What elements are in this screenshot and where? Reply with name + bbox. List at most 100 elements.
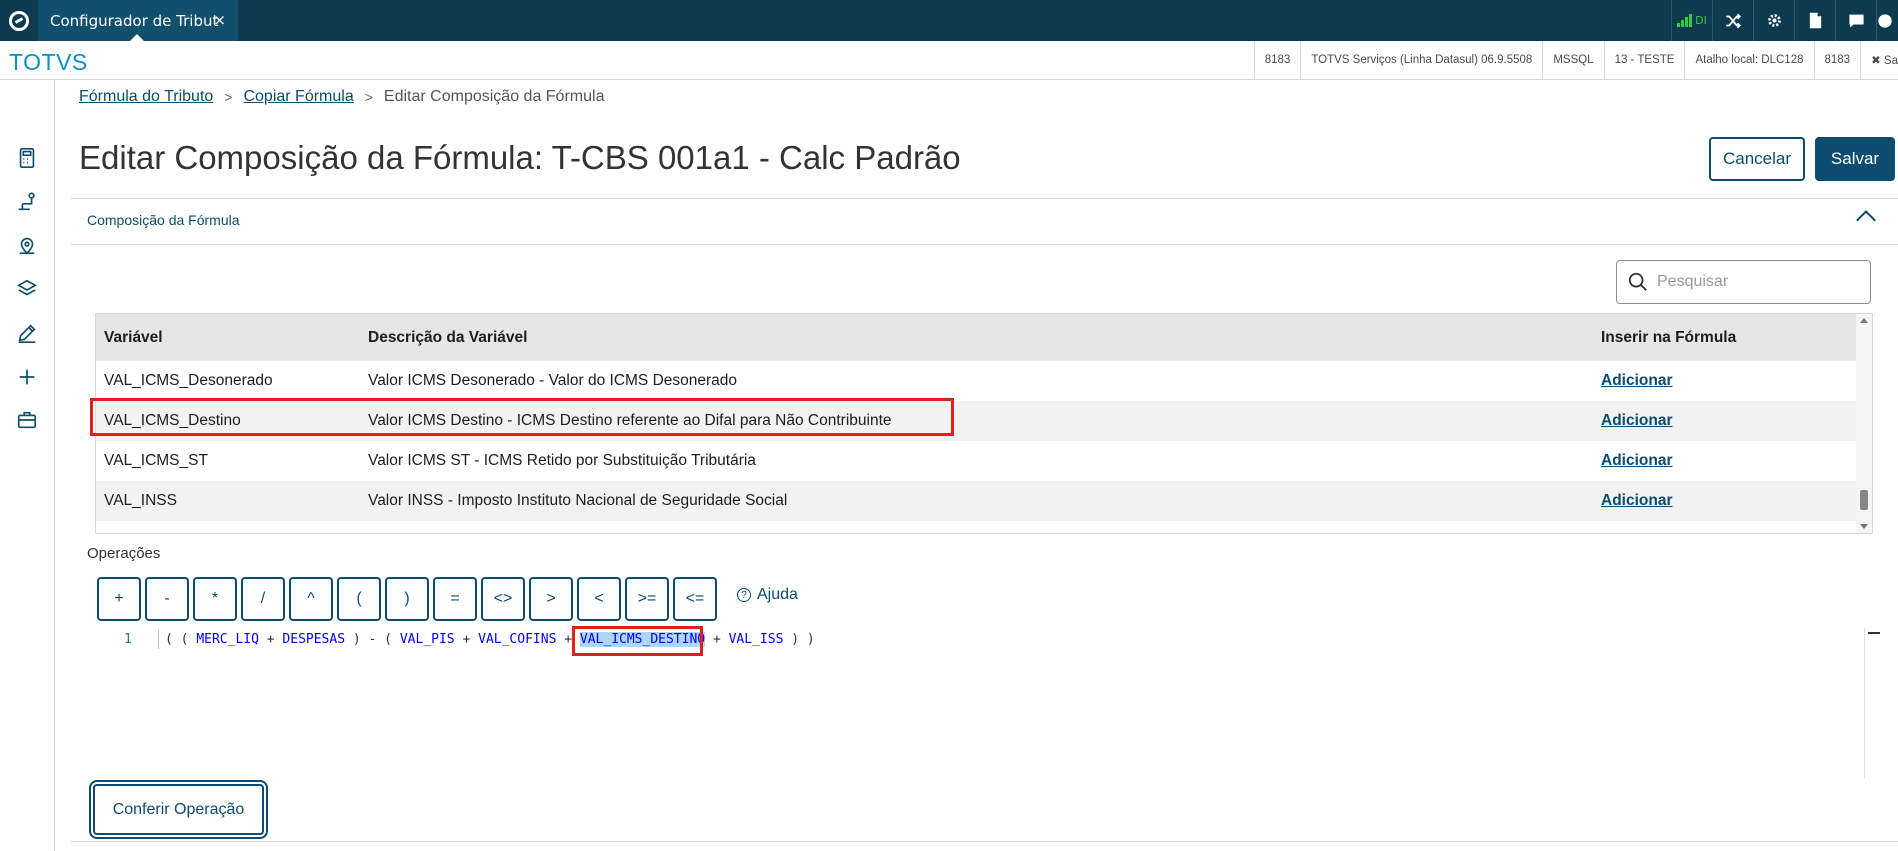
cancel-button[interactable]: Cancelar [1709,137,1805,181]
map-pin-icon[interactable] [15,233,39,257]
briefcase-icon[interactable] [15,408,39,432]
column-header-inserir[interactable]: Inserir na Fórmula [1601,314,1736,361]
cell-variable: VAL_ICMS_Destino [104,412,241,429]
info-company-code: 8183 [1253,41,1301,79]
table-row[interactable]: VAL_INSS Valor INSS - Imposto Instituto … [96,481,1857,521]
search-input[interactable] [1657,269,1857,295]
cell-variable: VAL_INSS [104,492,177,509]
layers-icon[interactable] [15,277,39,301]
op-multiply-button[interactable]: * [193,577,237,621]
formula-code[interactable]: ( ( MERC_LIQ + DESPESAS ) - ( VAL_PIS + … [165,632,815,647]
document-icon[interactable] [1794,0,1835,41]
op-greater-button[interactable]: > [529,577,573,621]
composition-panel-header[interactable]: Composição da Fórmula [71,198,1898,245]
op-plus-button[interactable]: + [97,577,141,621]
chevron-right-icon: > [364,89,373,105]
app-tab-label: Configurador de Tribut [50,11,219,30]
scroll-up-icon[interactable] [1860,318,1868,323]
table-scrollbar[interactable] [1856,314,1872,533]
code-token-val-cofins: VAL_COFINS [478,632,557,647]
code-token: ) ) [783,632,815,647]
cell-variable: VAL_INSS_Ret [104,521,210,533]
column-header-variavel[interactable]: Variável [104,314,163,361]
add-link[interactable]: Adicionar [1601,361,1672,401]
search-icon [1628,272,1647,291]
table-row[interactable]: VAL_ICMS_Destino Valor ICMS Destino - IC… [96,401,1857,441]
session-info: 8183 TOTVS Serviços (Linha Datasul) 06.9… [1253,41,1898,79]
chat-icon[interactable] [1835,0,1876,41]
code-token: + [454,632,479,647]
table-row[interactable]: VAL_INSS_Ret Valor INSS Retido - Imposto… [96,521,1857,533]
save-button[interactable]: Salvar [1815,137,1895,181]
table-row[interactable]: VAL_ICMS_ST Valor ICMS ST - ICMS Retido … [96,441,1857,481]
brand-logo: TOTVS [9,49,88,75]
top-bar: Configurador de Tribut × DI [0,0,1898,41]
op-power-button[interactable]: ^ [289,577,333,621]
tab-close-icon[interactable]: × [213,11,226,29]
route-icon[interactable] [15,190,39,214]
op-open-paren-button[interactable]: ( [337,577,381,621]
code-token: ) - ( [345,632,400,647]
op-greater-equal-button[interactable]: >= [625,577,669,621]
cell-variable: VAL_ICMS_ST [104,452,208,469]
op-divide-button[interactable]: / [241,577,285,621]
breadcrumb-copiar-formula[interactable]: Copiar Fórmula [243,88,353,106]
brand-bar: TOTVS 8183 TOTVS Serviços (Linha Datasul… [0,41,1898,80]
code-token-despesas: DESPESAS [282,632,346,647]
add-link[interactable]: Adicionar [1601,401,1672,441]
edit-icon[interactable] [15,321,39,345]
code-token-val-pis: VAL_PIS [399,632,455,647]
info-database: MSSQL [1542,41,1603,79]
scroll-thumb[interactable] [1860,490,1868,510]
minimize-icon[interactable] [1868,632,1880,634]
gear-icon[interactable] [1753,0,1794,41]
app-logo-icon[interactable] [0,0,38,41]
add-link[interactable]: Adicionar [1601,521,1672,533]
cell-description: Valor ICMS Desonerado - Valor do ICMS De… [368,372,738,389]
code-token: + [258,632,283,647]
search-box [1616,260,1871,304]
code-token-merc-liq: MERC_LIQ [196,632,259,647]
cell-variable: VAL_ICMS_Desonerado [104,372,273,389]
tab-caret-icon [130,34,144,41]
formula-editor[interactable]: 1 ( ( MERC_LIQ + DESPESAS ) - ( VAL_PIS … [79,625,1869,755]
breadcrumb-formula-tributo[interactable]: Fórmula do Tributo [79,88,213,106]
info-environment: 13 - TESTE [1603,41,1685,79]
op-not-equal-button[interactable]: <> [481,577,525,621]
chevron-right-icon: > [224,89,233,105]
line-number: 1 [124,632,132,647]
editor-scrollbar[interactable] [1864,628,1880,778]
cell-description: Valor INSS - Imposto Instituto Nacional … [368,492,788,509]
cell-description: Valor INSS Retido - Imposto Instituto Na… [368,521,836,533]
code-token-val-iss: VAL_ISS [728,632,784,647]
help-icon: ? [737,588,751,602]
column-header-descricao[interactable]: Descrição da Variável [368,314,527,361]
table-row[interactable]: VAL_ICMS_Desonerado Valor ICMS Desonerad… [96,361,1857,401]
signal-icon[interactable]: DI [1671,0,1712,41]
calculator-icon[interactable] [15,146,39,170]
op-less-equal-button[interactable]: <= [673,577,717,621]
cell-description: Valor ICMS Destino - ICMS Destino refere… [368,412,892,429]
add-link[interactable]: Adicionar [1601,441,1672,481]
op-equal-button[interactable]: = [433,577,477,621]
info-code: 8183 [1813,41,1861,79]
add-link[interactable]: Adicionar [1601,481,1672,521]
help-link[interactable]: ? Ajuda [737,586,798,604]
app-tab[interactable]: Configurador de Tribut × [38,0,238,41]
editor-gutter-line [158,630,159,649]
logout-button[interactable]: ✖ Sa [1860,41,1898,79]
info-product-version: TOTVS Serviços (Linha Datasul) 06.9.5508 [1300,41,1542,79]
op-less-button[interactable]: < [577,577,621,621]
code-token: ( ( [165,632,197,647]
plus-icon[interactable] [15,365,39,389]
operations-label: Operações [87,545,161,562]
shuffle-icon[interactable] [1712,0,1753,41]
info-shortcut: Atalho local: DLC128 [1684,41,1813,79]
top-toolbar: DI [1671,0,1898,41]
scroll-down-icon[interactable] [1860,524,1868,529]
user-icon[interactable] [1876,0,1898,41]
op-minus-button[interactable]: - [145,577,189,621]
chevron-up-icon[interactable] [1856,210,1876,230]
op-close-paren-button[interactable]: ) [385,577,429,621]
check-operation-button[interactable]: Conferir Operação [89,780,268,839]
